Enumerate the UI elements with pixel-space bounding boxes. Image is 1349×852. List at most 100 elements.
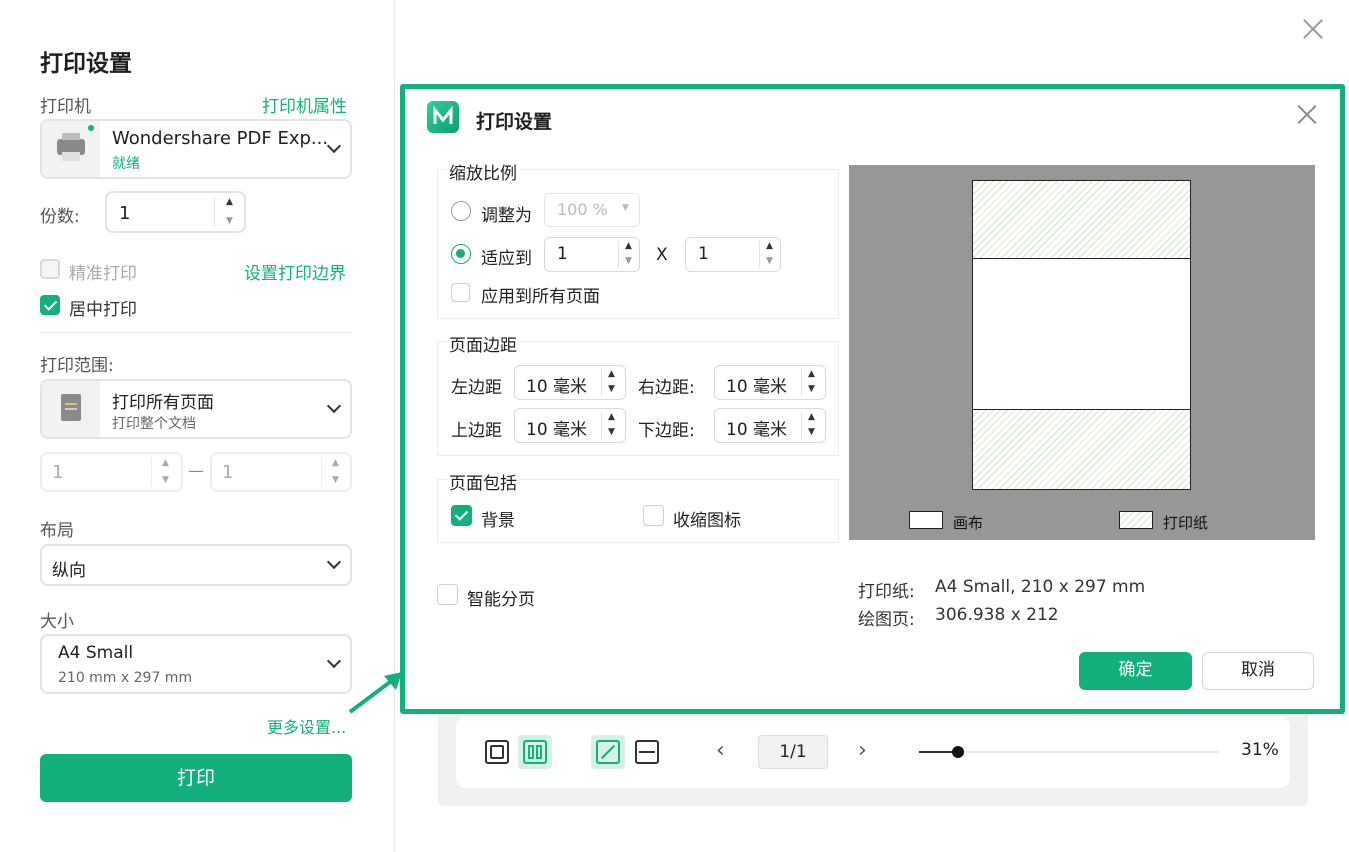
margin-group-title: 页面边距 — [447, 331, 519, 356]
zoom-level: 31% — [1241, 740, 1279, 760]
chevron-down-icon — [326, 398, 342, 414]
increment-icon[interactable]: ▲ — [608, 370, 615, 379]
size-select[interactable]: A4 Small 210 mm x 297 mm — [40, 634, 352, 694]
decrement-icon[interactable]: ▼ — [162, 476, 169, 485]
background-checkbox[interactable] — [451, 505, 472, 526]
printer-properties-link[interactable]: 打印机属性 — [262, 92, 347, 117]
bottom-margin-input[interactable]: 10 毫米 ▲ ▼ — [714, 408, 826, 443]
precise-print-checkbox[interactable] — [40, 259, 60, 279]
preview-toolbar: ‹ 1/1 › 31% — [456, 716, 1290, 788]
range-title: 打印所有页面 — [112, 393, 214, 413]
drawing-info-value: 306.938 x 212 — [935, 605, 1059, 625]
page-indicator: 1/1 — [758, 735, 828, 769]
document-icon — [42, 381, 100, 437]
print-settings-panel: 打印设置 打印机 打印机属性 Wondershare PDF Exp... 就绪… — [0, 0, 395, 852]
fit-height-value: 1 — [698, 244, 709, 264]
size-title: A4 Small — [58, 643, 134, 663]
cancel-button[interactable]: 取消 — [1202, 652, 1314, 690]
increment-icon[interactable]: ▲ — [808, 413, 815, 422]
increment-icon[interactable]: ▲ — [226, 198, 233, 207]
prev-page-icon[interactable]: ‹ — [716, 738, 725, 763]
include-group-title: 页面包括 — [447, 469, 519, 494]
copies-input[interactable]: 1 ▲ ▼ — [105, 191, 246, 233]
panel-title: 打印设置 — [40, 51, 132, 77]
more-settings-link[interactable]: 更多设置... — [267, 714, 346, 738]
decrement-icon[interactable]: ▼ — [625, 257, 632, 266]
paper-info-value: A4 Small, 210 x 297 mm — [935, 577, 1146, 597]
adjust-to-label: 调整为 — [481, 206, 532, 226]
increment-icon[interactable]: ▲ — [332, 459, 339, 468]
close-icon[interactable] — [1302, 18, 1324, 40]
layout-select[interactable]: 纵向 — [40, 544, 352, 586]
paper-bottom-margin — [973, 409, 1190, 489]
zoom-slider[interactable] — [919, 746, 1219, 758]
decrement-icon[interactable]: ▼ — [226, 217, 233, 226]
collapse-icon-label: 收缩图标 — [673, 511, 741, 531]
decrement-icon[interactable]: ▼ — [332, 476, 339, 485]
divider — [40, 332, 352, 333]
left-margin-input[interactable]: 10 毫米 ▲ ▼ — [514, 365, 626, 400]
single-page-icon[interactable] — [480, 735, 514, 769]
chevron-down-icon — [326, 653, 342, 669]
apply-all-pages-label: 应用到所有页面 — [481, 287, 600, 307]
precise-print-label: 精准打印 — [69, 264, 137, 284]
top-margin-label: 上边距 — [451, 421, 502, 441]
print-button[interactable]: 打印 — [40, 754, 352, 802]
increment-icon[interactable]: ▲ — [625, 242, 632, 251]
decrement-icon[interactable]: ▼ — [608, 428, 615, 437]
size-subtitle: 210 mm x 297 mm — [58, 670, 193, 686]
double-page-icon[interactable] — [518, 735, 552, 769]
printer-status: 就绪 — [112, 156, 140, 172]
decrement-icon[interactable]: ▼ — [808, 428, 815, 437]
top-margin-value: 10 毫米 — [526, 420, 588, 440]
increment-icon[interactable]: ▲ — [608, 413, 615, 422]
range-from-input[interactable]: 1 ▲ ▼ — [40, 452, 183, 492]
adjust-to-value: 100 % — [557, 200, 608, 219]
decrement-icon[interactable]: ▼ — [808, 385, 815, 394]
left-margin-value: 10 毫米 — [526, 377, 588, 397]
size-label: 大小 — [40, 612, 74, 632]
paper-info-label: 打印纸: — [858, 582, 915, 602]
range-to-input[interactable]: 1 ▲ ▼ — [210, 452, 352, 492]
right-margin-input[interactable]: 10 毫米 ▲ ▼ — [714, 365, 826, 400]
chevron-down-icon — [326, 138, 342, 154]
fit-height-input[interactable]: 1 ▲ ▼ — [685, 237, 781, 272]
app-logo-icon — [427, 101, 459, 133]
left-margin-label: 左边距 — [451, 378, 502, 398]
background-label: 背景 — [481, 511, 515, 531]
increment-icon[interactable]: ▲ — [808, 370, 815, 379]
dialog-title: 打印设置 — [476, 111, 553, 133]
printer-select[interactable]: Wondershare PDF Exp... 就绪 — [40, 119, 352, 179]
decrement-icon[interactable]: ▼ — [608, 385, 615, 394]
right-margin-label: 右边距: — [638, 378, 695, 398]
apply-all-pages-checkbox[interactable] — [451, 283, 470, 302]
fit-width-icon[interactable] — [630, 735, 664, 769]
print-range-select[interactable]: 打印所有页面 打印整个文档 — [40, 379, 352, 439]
printer-name: Wondershare PDF Exp... — [112, 128, 329, 149]
bottom-margin-label: 下边距: — [638, 421, 695, 441]
top-margin-input[interactable]: 10 毫米 ▲ ▼ — [514, 408, 626, 443]
ok-button[interactable]: 确定 — [1079, 652, 1192, 690]
print-range-label: 打印范围: — [40, 356, 114, 376]
center-print-label: 居中打印 — [69, 300, 137, 320]
zoom-slider-handle[interactable] — [952, 746, 964, 758]
range-dash: — — [188, 461, 204, 480]
next-page-icon[interactable]: › — [858, 738, 867, 763]
fit-width-input[interactable]: 1 ▲ ▼ — [544, 237, 640, 272]
fit-page-icon[interactable] — [591, 735, 625, 769]
fit-to-label: 适应到 — [481, 249, 532, 269]
increment-icon[interactable]: ▲ — [162, 459, 169, 468]
increment-icon[interactable]: ▲ — [766, 242, 773, 251]
paper-preview — [972, 180, 1191, 490]
center-print-checkbox[interactable] — [40, 295, 60, 315]
decrement-icon[interactable]: ▼ — [766, 257, 773, 266]
collapse-icon-checkbox[interactable] — [643, 505, 664, 526]
adjust-to-select[interactable]: 100 % ▼ — [544, 193, 640, 227]
smart-paging-checkbox[interactable] — [437, 584, 458, 605]
smart-paging-label: 智能分页 — [467, 590, 535, 610]
print-settings-dialog: 打印设置 缩放比例 调整为 100 % ▼ 适应到 1 ▲ ▼ X 1 ▲ ▼ … — [400, 84, 1345, 714]
fit-to-radio[interactable] — [451, 244, 471, 264]
set-print-margin-link[interactable]: 设置打印边界 — [244, 259, 346, 284]
dialog-close-icon[interactable] — [1297, 104, 1317, 125]
adjust-to-radio[interactable] — [451, 201, 471, 221]
